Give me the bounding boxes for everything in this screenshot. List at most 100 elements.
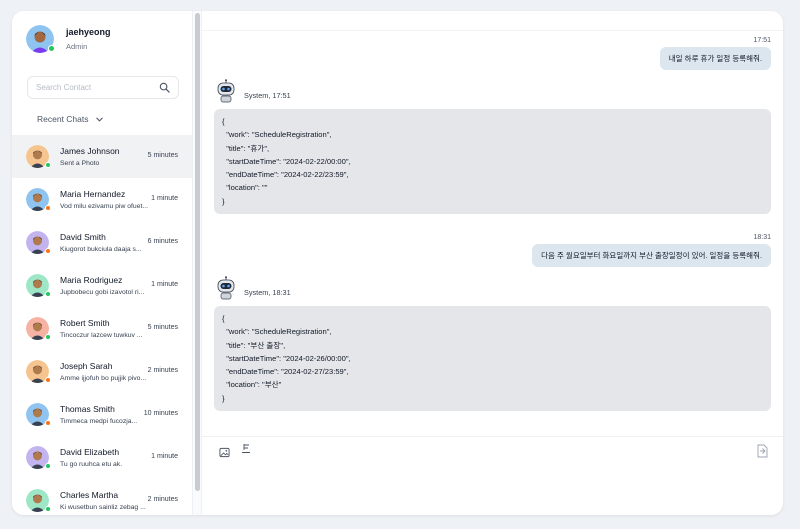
status-dot xyxy=(45,205,51,211)
system-message-label: System, 17:51 xyxy=(244,91,291,100)
json-line: } xyxy=(222,196,225,206)
user-message-bubble: 다음 주 월요일부터 화요일까지 부산 출장일정이 있어. 일정을 등록해줘. xyxy=(532,244,771,267)
search-input[interactable] xyxy=(28,77,148,98)
status-dot xyxy=(45,291,51,297)
search-box xyxy=(27,76,179,99)
status-dot xyxy=(45,377,51,383)
system-message-header: System, 17:51 xyxy=(215,79,291,103)
contact-item[interactable]: Thomas Smith Timmeca medpi fucozja... 10 m… xyxy=(12,393,192,436)
contact-last-message: Timmeca medpi fucozja... xyxy=(60,418,138,425)
message-time: 18:31 xyxy=(753,234,771,241)
contact-item[interactable]: Robert Smith Tincoczur lazcew tuwkuv ... 5… xyxy=(12,307,192,350)
json-line: } xyxy=(222,393,225,403)
chevron-down-icon xyxy=(95,117,103,122)
json-line: "endDateTime": "2024-02-22/23:59", xyxy=(222,170,349,180)
user-message-bubble: 내일 하루 휴가 일정 등록해줘. xyxy=(659,47,771,70)
contact-time: 6 minutes xyxy=(147,238,178,245)
json-line: "startDateTime": "2024-02-26/00:00", xyxy=(222,353,351,363)
status-dot xyxy=(45,334,51,340)
contact-item[interactable]: Charles Martha Ki wusetbun sainliz zebag … xyxy=(12,479,192,515)
contact-item[interactable]: David Elizabeth Tu go ruuhca etu ak. 1 min… xyxy=(12,436,192,479)
status-dot xyxy=(45,248,51,254)
contact-last-message: Ki wusetbun sainliz zebag ... xyxy=(60,504,146,511)
contact-avatar xyxy=(26,145,51,168)
contact-name: Robert Smith xyxy=(60,318,110,328)
contact-time: 5 minutes xyxy=(147,152,178,159)
contact-avatar xyxy=(26,274,51,297)
contact-item[interactable]: David Smith Kiugorot bukciula daaja s... 6… xyxy=(12,221,192,264)
chat-header xyxy=(202,11,783,31)
contact-time: 5 minutes xyxy=(147,324,178,331)
contact-last-message: Tu go ruuhca etu ak. xyxy=(60,461,123,468)
sidebar-scrollbar[interactable] xyxy=(193,11,202,515)
image-icon[interactable] xyxy=(219,447,230,458)
contact-name: Charles Martha xyxy=(60,490,119,500)
sidebar: jaehyeong Admin Recent Chats James Johns… xyxy=(12,11,193,515)
contact-avatar xyxy=(26,188,51,211)
system-message-label: System, 18:31 xyxy=(244,288,291,297)
json-line: { xyxy=(222,117,225,126)
contact-name: James Johnson xyxy=(60,146,120,156)
online-status-dot xyxy=(48,45,55,52)
contact-name: Thomas Smith xyxy=(60,404,115,414)
contact-last-message: Kiugorot bukciula daaja s... xyxy=(60,246,142,253)
contact-item[interactable]: Joseph Sarah Amme ijjofuh bo pujjik pivo.… xyxy=(12,350,192,393)
contact-item[interactable]: James Johnson Sent a Photo 5 minutes xyxy=(12,135,192,178)
contact-last-message: Vod milu ezivamu piw ofuet... xyxy=(60,203,149,210)
contact-last-message: Tincoczur lazcew tuwkuv ... xyxy=(60,332,143,339)
emoji-icon[interactable] xyxy=(241,443,251,455)
recent-chats-dropdown[interactable]: Recent Chats xyxy=(37,114,104,124)
message-composer[interactable] xyxy=(202,436,783,515)
contact-avatar xyxy=(26,317,51,340)
contact-name: Maria Hernandez xyxy=(60,189,126,199)
contact-avatar xyxy=(26,489,51,512)
system-message-header: System, 18:31 xyxy=(215,276,291,300)
system-message-bubble: { "work": "ScheduleRegistration", "title… xyxy=(214,109,771,215)
chat-panel: 17:51 내일 하루 휴가 일정 등록해줘. System, 17:51 { … xyxy=(202,11,783,515)
contact-name: David Elizabeth xyxy=(60,447,120,457)
profile-role: Admin xyxy=(66,42,88,51)
system-message-bubble: { "work": "ScheduleRegistration", "title… xyxy=(214,306,771,412)
user-profile[interactable]: jaehyeong Admin xyxy=(26,25,111,53)
profile-name: jaehyeong xyxy=(66,27,111,37)
json-line: "location": "" xyxy=(222,183,268,193)
contact-last-message: Sent a Photo xyxy=(60,160,100,167)
robot-icon xyxy=(217,79,235,103)
json-line: "work": "ScheduleRegistration", xyxy=(222,327,332,337)
message-time: 17:51 xyxy=(753,37,771,44)
robot-icon xyxy=(217,276,235,300)
json-line: "endDateTime": "2024-02-27/23:59", xyxy=(222,367,349,377)
json-line: "title": "부산 출장", xyxy=(222,340,286,350)
chat-app: jaehyeong Admin Recent Chats James Johns… xyxy=(12,11,783,515)
search-icon[interactable] xyxy=(159,82,170,93)
contact-name: Maria Rodriguez xyxy=(60,275,123,285)
contact-item[interactable]: Maria Rodriguez Jupbobecu gobi izavotol r… xyxy=(12,264,192,307)
contact-time: 1 minute xyxy=(151,453,178,460)
contact-item[interactable]: Maria Hernandez Vod milu ezivamu piw ofue… xyxy=(12,178,192,221)
contact-last-message: Amme ijjofuh bo pujjik pivo... xyxy=(60,375,147,382)
json-line: "location": "부산" xyxy=(222,380,282,390)
contact-name: Joseph Sarah xyxy=(60,361,113,371)
json-line: { xyxy=(222,314,225,323)
profile-avatar xyxy=(26,25,55,53)
contact-time: 1 minute xyxy=(151,281,178,288)
json-line: "startDateTime": "2024-02-22/00:00", xyxy=(222,156,351,166)
status-dot xyxy=(45,463,51,469)
json-line: "title": "휴가", xyxy=(222,143,270,153)
contact-time: 2 minutes xyxy=(147,367,178,374)
recent-chats-label: Recent Chats xyxy=(37,114,89,124)
status-dot xyxy=(45,420,51,426)
contact-time: 1 minute xyxy=(151,195,178,202)
contact-name: David Smith xyxy=(60,232,106,242)
sidebar-scrollbar-thumb[interactable] xyxy=(195,13,200,491)
contact-time: 10 minutes xyxy=(143,410,178,417)
contact-avatar xyxy=(26,360,51,383)
contact-avatar xyxy=(26,446,51,469)
send-icon[interactable] xyxy=(756,444,768,458)
json-line: "work": "ScheduleRegistration", xyxy=(222,130,332,140)
contact-avatar xyxy=(26,231,51,254)
status-dot xyxy=(45,162,51,168)
contact-list: James Johnson Sent a Photo 5 minutes Maria … xyxy=(12,135,192,515)
status-dot xyxy=(45,506,51,512)
contact-time: 2 minutes xyxy=(147,496,178,503)
